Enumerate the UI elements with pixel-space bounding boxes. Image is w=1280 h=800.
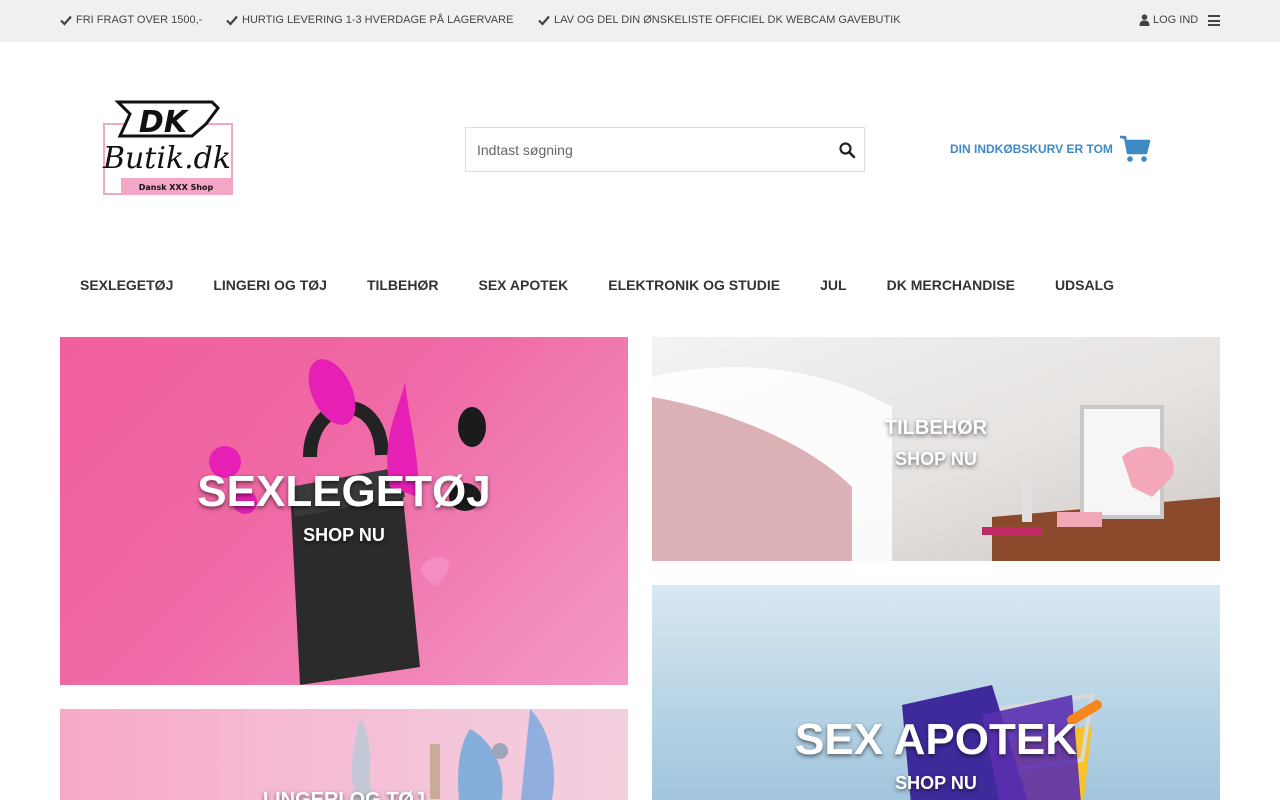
usp-free-shipping: FRI FRAGT OVER 1500,- (60, 14, 202, 26)
search-input[interactable] (466, 128, 826, 171)
logo-name: Butik.dk (102, 141, 231, 176)
logo-mark: DK (139, 105, 190, 140)
banner-title: SEX APOTEK (795, 715, 1077, 764)
banner-image (352, 709, 554, 800)
shopping-cart-icon (1119, 135, 1151, 162)
banner-title: TILBEHØR (884, 417, 988, 439)
usp-fast-delivery: HURTIG LEVERING 1-3 HVERDAGE PÅ LAGERVAR… (226, 14, 513, 26)
check-icon (226, 15, 238, 26)
nav-item-sex-apotek[interactable]: SEX APOTEK (459, 265, 589, 305)
check-icon (538, 15, 550, 26)
nav-item-elektronik-og-studie[interactable]: ELEKTRONIK OG STUDIE (588, 265, 800, 305)
hamburger-menu-icon[interactable] (1208, 15, 1220, 26)
nav-item-tilbehor[interactable]: TILBEHØR (347, 265, 459, 305)
usp-wishlist: LAV OG DEL DIN ØNSKELISTE OFFICIEL DK WE… (538, 14, 901, 26)
usp-label: LAV OG DEL DIN ØNSKELISTE OFFICIEL DK WE… (554, 14, 901, 26)
nav-item-jul[interactable]: JUL (800, 265, 866, 305)
logo-tagline: Dansk XXX Shop (139, 183, 214, 192)
nav-item-udsalg[interactable]: UDSALG (1035, 265, 1134, 305)
banner-shop-now[interactable]: SHOP NU (652, 449, 1220, 470)
search-icon[interactable] (838, 141, 856, 159)
banner-title: LINGERI OG TØJ (262, 789, 426, 800)
user-icon (1139, 14, 1150, 26)
search-box (465, 127, 865, 172)
banner-sex-apotek[interactable]: SEX APOTEK SHOP NU (652, 585, 1220, 800)
login-label: LOG IND (1153, 14, 1199, 26)
nav-item-sexlegetoj[interactable]: SEXLEGETØJ (60, 265, 193, 305)
banner-title: SEXLEGETØJ (197, 467, 491, 516)
top-bar: FRI FRAGT OVER 1500,- HURTIG LEVERING 1-… (0, 0, 1280, 42)
usp-label: FRI FRAGT OVER 1500,- (76, 14, 203, 26)
banner-sexlegetoj[interactable]: SEXLEGETØJ SHOP NU (60, 337, 628, 685)
site-logo[interactable]: DK Butik.dk Dansk XXX Shop (100, 98, 236, 198)
banner-lingeri-og-toj[interactable]: LINGERI OG TØJ (60, 709, 628, 800)
nav-item-dk-merchandise[interactable]: DK MERCHANDISE (867, 265, 1035, 305)
check-icon (60, 15, 72, 26)
main-navigation: SEXLEGETØJ LINGERI OG TØJ TILBEHØR SEX A… (60, 265, 1134, 305)
banner-image (902, 685, 1102, 800)
banner-shop-now[interactable]: SHOP NU (652, 773, 1220, 794)
banner-shop-now[interactable]: SHOP NU (60, 525, 628, 546)
banner-tilbehor[interactable]: TILBEHØR SHOP NU (652, 337, 1220, 561)
cart-status: DIN INDKØBSKURV ER TOM (950, 142, 1113, 156)
login-link[interactable]: LOG IND (1139, 14, 1198, 26)
cart-link[interactable]: DIN INDKØBSKURV ER TOM (950, 133, 1151, 165)
usp-label: HURTIG LEVERING 1-3 HVERDAGE PÅ LAGERVAR… (242, 14, 514, 26)
nav-item-lingeri-og-toj[interactable]: LINGERI OG TØJ (193, 265, 347, 305)
